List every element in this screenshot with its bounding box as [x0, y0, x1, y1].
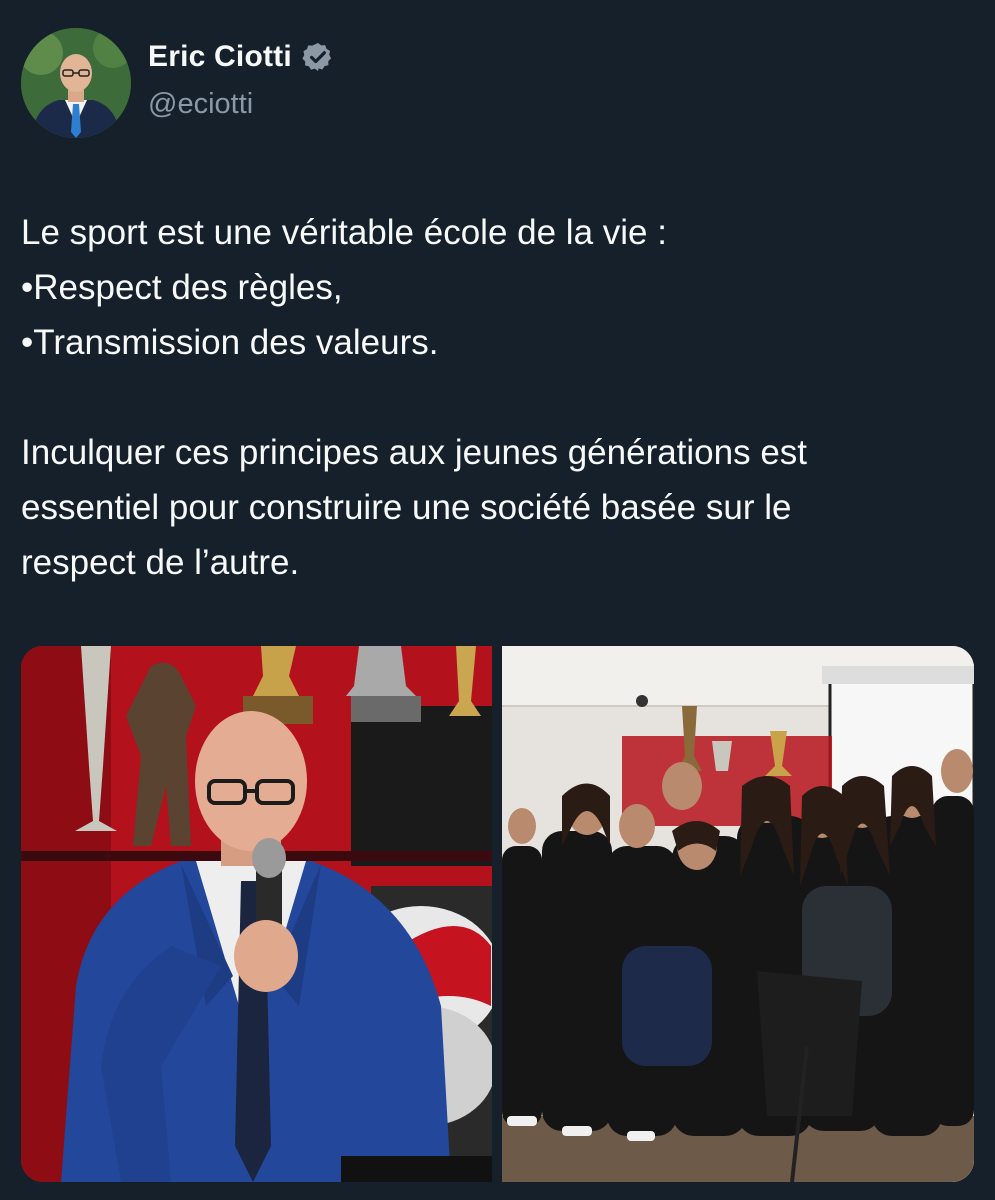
tweet-line: •Transmission des valeurs. — [21, 323, 439, 362]
tweet-card: Eric Ciotti @eciotti Le sport est une vé… — [0, 0, 995, 1200]
avatar[interactable] — [21, 28, 131, 138]
tweet-line: Inculquer ces principes aux jeunes génér… — [21, 433, 808, 472]
media-photo-1[interactable] — [21, 646, 492, 1182]
author-handle[interactable]: @eciotti — [148, 88, 253, 121]
media-photo-2[interactable] — [502, 646, 974, 1182]
tweet-media-grid — [21, 646, 974, 1182]
profile-photo-icon — [21, 28, 131, 138]
tweet-line: •Respect des règles, — [21, 268, 343, 307]
tweet-line: respect de l’autre. — [21, 543, 300, 582]
tweet-text: Le sport est une véritable école de la v… — [21, 205, 976, 590]
photo-group-of-athletes-icon — [502, 646, 974, 1182]
tweet-line: Le sport est une véritable école de la v… — [21, 213, 667, 252]
display-name[interactable]: Eric Ciotti — [148, 40, 292, 74]
tweet-line: essentiel pour construire une société ba… — [21, 488, 792, 527]
photo-speaker-with-microphone-icon — [21, 646, 492, 1182]
author-name-row: Eric Ciotti — [148, 40, 334, 74]
verified-badge-icon — [302, 41, 334, 73]
